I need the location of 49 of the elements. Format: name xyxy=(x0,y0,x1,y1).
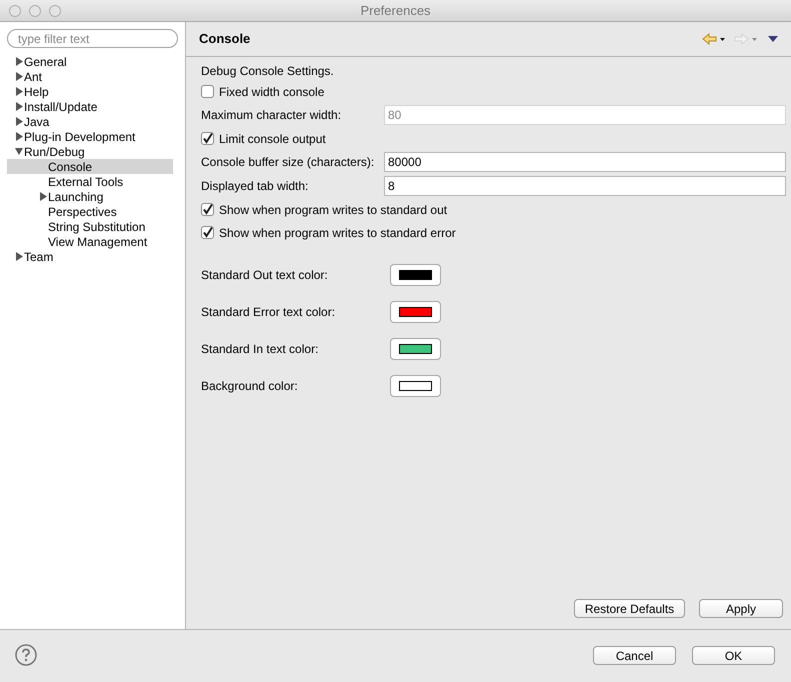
tree-item[interactable]: Ant xyxy=(7,69,173,84)
expand-arrow-icon[interactable] xyxy=(39,192,47,201)
checkbox[interactable] xyxy=(201,132,214,145)
tree-item[interactable]: General xyxy=(7,54,173,69)
tree-item[interactable]: Plug-in Development xyxy=(7,129,173,144)
dialog-button[interactable]: Apply xyxy=(699,599,783,618)
color-button[interactable] xyxy=(390,338,441,360)
expand-arrow-icon[interactable] xyxy=(15,252,23,261)
checkbox[interactable] xyxy=(201,226,214,239)
color-label: Standard In text color: xyxy=(201,340,320,358)
checkbox-label: Limit console output xyxy=(219,130,326,148)
tree-item[interactable]: Java xyxy=(7,114,173,129)
color-label: Standard Error text color: xyxy=(201,304,336,320)
view-menu-icon[interactable] xyxy=(768,36,778,42)
tree-item[interactable]: View Management xyxy=(7,234,173,249)
filter-field[interactable]: type filter text xyxy=(7,29,178,48)
checkbox-label: Fixed width console xyxy=(219,84,324,100)
checkbox[interactable] xyxy=(201,85,214,98)
checkbox-label: Show when program writes to standard out xyxy=(219,202,448,218)
tree-item[interactable]: Team xyxy=(7,249,173,264)
field-label: Displayed tab width: xyxy=(201,178,310,195)
dialog-button[interactable]: OK xyxy=(692,646,775,664)
field-label: Maximum character width: xyxy=(201,107,342,124)
checkbox-label: Show when program writes to standard error xyxy=(219,224,456,242)
tree-item[interactable]: Install/Update xyxy=(7,99,173,114)
color-button[interactable] xyxy=(390,374,441,396)
dropdown-icon[interactable] xyxy=(720,38,725,40)
tree-item[interactable]: String Substitution xyxy=(7,219,173,234)
dialog-button[interactable]: Restore Defaults xyxy=(574,599,685,618)
field-label: Console buffer size (characters): xyxy=(201,154,376,171)
color-label: Background color: xyxy=(201,378,299,394)
section-label: Debug Console Settings. xyxy=(201,63,334,80)
page-title: Console xyxy=(199,30,250,48)
window-title: Preferences xyxy=(360,2,431,20)
tree-item[interactable]: External Tools xyxy=(7,174,173,189)
tree-item[interactable]: Run/Debug xyxy=(7,144,173,159)
checkbox[interactable] xyxy=(201,203,214,216)
tree-item[interactable]: Launching xyxy=(7,189,173,204)
dialog-button[interactable]: Cancel xyxy=(593,646,676,664)
help-icon[interactable] xyxy=(15,644,37,666)
collapse-arrow-icon[interactable] xyxy=(15,147,23,156)
tree-item[interactable]: Help xyxy=(7,84,173,99)
color-label: Standard Out text color: xyxy=(201,266,329,284)
input-field[interactable]: 80000 xyxy=(384,152,786,172)
tree-item[interactable]: Perspectives xyxy=(7,204,173,219)
color-button[interactable] xyxy=(390,264,441,286)
color-button[interactable] xyxy=(390,300,441,322)
input-field[interactable]: 8 xyxy=(384,176,786,196)
tree-item[interactable]: Console xyxy=(7,159,173,174)
